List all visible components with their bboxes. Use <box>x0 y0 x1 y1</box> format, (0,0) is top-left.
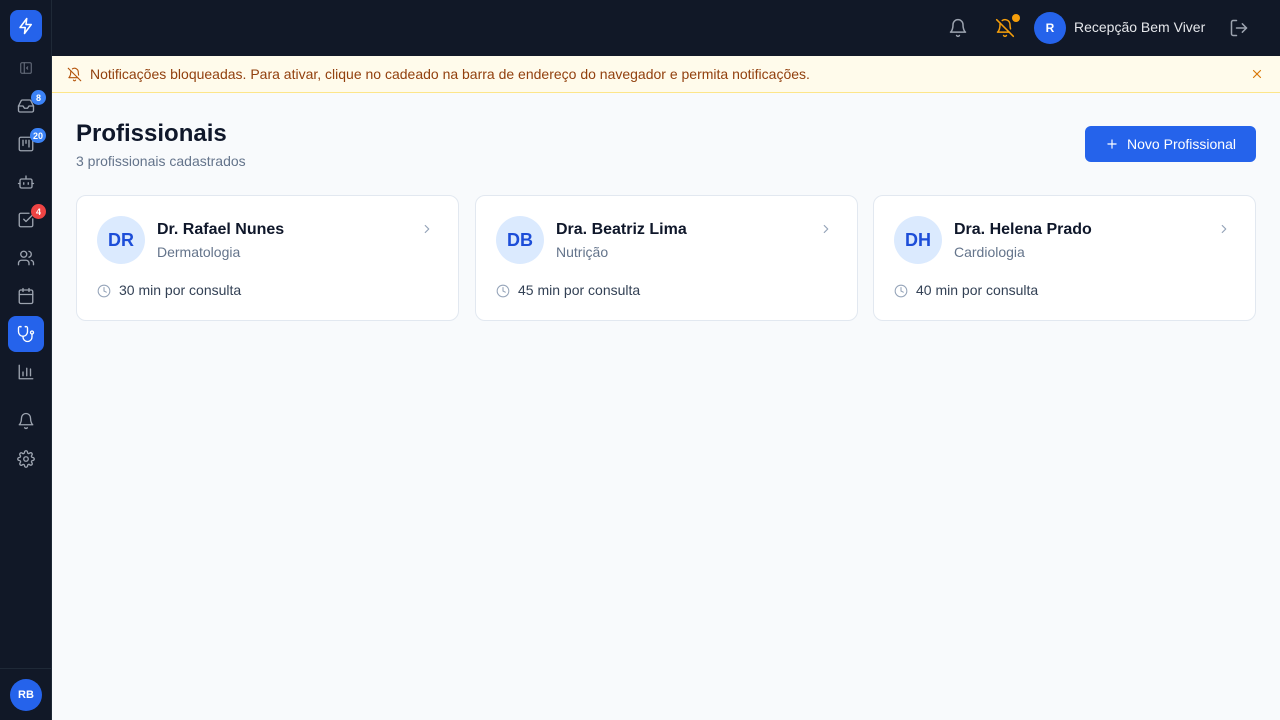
notification-dot <box>1012 14 1020 22</box>
banner-close-button[interactable] <box>1250 67 1264 81</box>
sidebar-divider <box>0 668 52 669</box>
page-subtitle: 3 profissionais cadastrados <box>76 153 246 169</box>
clock-icon <box>496 284 510 298</box>
sidebar-item-settings[interactable] <box>8 441 44 477</box>
sidebar-user-avatar[interactable]: RB <box>10 679 42 711</box>
user-avatar[interactable]: R <box>1034 12 1066 44</box>
professional-name: Dr. Rafael Nunes <box>157 221 285 238</box>
sidebar-item-professionals[interactable] <box>8 316 44 352</box>
board-badge: 20 <box>29 128 46 143</box>
lightning-icon <box>19 17 32 35</box>
page-title: Profissionais <box>76 120 227 147</box>
professional-card[interactable]: DB Dra. Beatriz Lima Nutrição 45 min por… <box>475 195 858 321</box>
professional-name: Dra. Helena Prado <box>954 221 1092 238</box>
chevron-right-icon <box>819 222 833 236</box>
professional-specialty: Dermatologia <box>157 244 241 260</box>
sidebar-toggle-button[interactable] <box>8 50 44 86</box>
professional-specialty: Nutrição <box>556 244 609 260</box>
clock-icon <box>97 284 111 298</box>
logout-button[interactable] <box>1227 16 1251 40</box>
close-icon <box>1252 69 1262 79</box>
plus-icon <box>1107 139 1117 149</box>
clock-icon <box>894 284 908 298</box>
app-logo[interactable] <box>10 10 42 42</box>
sidebar-item-reports[interactable] <box>8 354 44 390</box>
top-bar: R Recepção Bem Viver <box>52 0 1280 56</box>
notifications-button[interactable] <box>946 16 970 40</box>
inbox-badge: 8 <box>31 90 46 105</box>
bot-icon <box>17 175 35 189</box>
professional-avatar: DR <box>97 216 145 264</box>
sidebar-item-calendar[interactable] <box>8 278 44 314</box>
professional-card[interactable]: DH Dra. Helena Prado Cardiologia 40 min … <box>873 195 1256 321</box>
professional-avatar: DH <box>894 216 942 264</box>
bell-icon <box>18 412 34 430</box>
chevron-right-icon <box>420 222 434 236</box>
banner-text: Notificações bloqueadas. Para ativar, cl… <box>90 66 810 82</box>
sidebar: 8 20 4 RB <box>0 0 52 720</box>
sidebar-item-bot[interactable] <box>8 164 44 200</box>
sidebar-item-tasks[interactable]: 4 <box>8 202 46 238</box>
user-name[interactable]: Recepção Bem Viver <box>1074 19 1205 35</box>
professional-card[interactable]: DR Dr. Rafael Nunes Dermatologia 30 min … <box>76 195 459 321</box>
professional-duration: 40 min por consulta <box>916 282 1039 298</box>
professional-avatar: DB <box>496 216 544 264</box>
sidebar-toggle-icon <box>20 62 32 74</box>
professional-specialty: Cardiologia <box>954 244 1025 260</box>
stethoscope-icon <box>17 325 35 343</box>
tasks-badge: 4 <box>31 204 46 219</box>
new-professional-label: Novo Profissional <box>1127 136 1236 152</box>
logout-icon <box>1230 19 1248 37</box>
bell-off-icon <box>67 67 82 82</box>
sidebar-item-board[interactable]: 20 <box>8 126 46 162</box>
bell-off-icon <box>995 18 1015 38</box>
notifications-blocked-button[interactable] <box>993 14 1020 40</box>
sidebar-item-inbox[interactable]: 8 <box>8 88 46 124</box>
gear-icon <box>17 450 35 468</box>
sidebar-item-contacts[interactable] <box>8 240 44 276</box>
professional-name: Dra. Beatriz Lima <box>556 221 687 238</box>
chevron-right-icon <box>1217 222 1231 236</box>
calendar-icon <box>18 287 34 305</box>
professional-duration: 30 min por consulta <box>119 282 242 298</box>
bar-chart-icon <box>18 364 34 380</box>
professional-duration: 45 min por consulta <box>518 282 641 298</box>
notifications-blocked-banner: Notificações bloqueadas. Para ativar, cl… <box>52 56 1280 93</box>
bell-icon <box>949 18 967 38</box>
users-icon <box>17 250 35 266</box>
sidebar-item-notifications[interactable] <box>8 403 44 439</box>
new-professional-button[interactable]: Novo Profissional <box>1085 126 1256 162</box>
